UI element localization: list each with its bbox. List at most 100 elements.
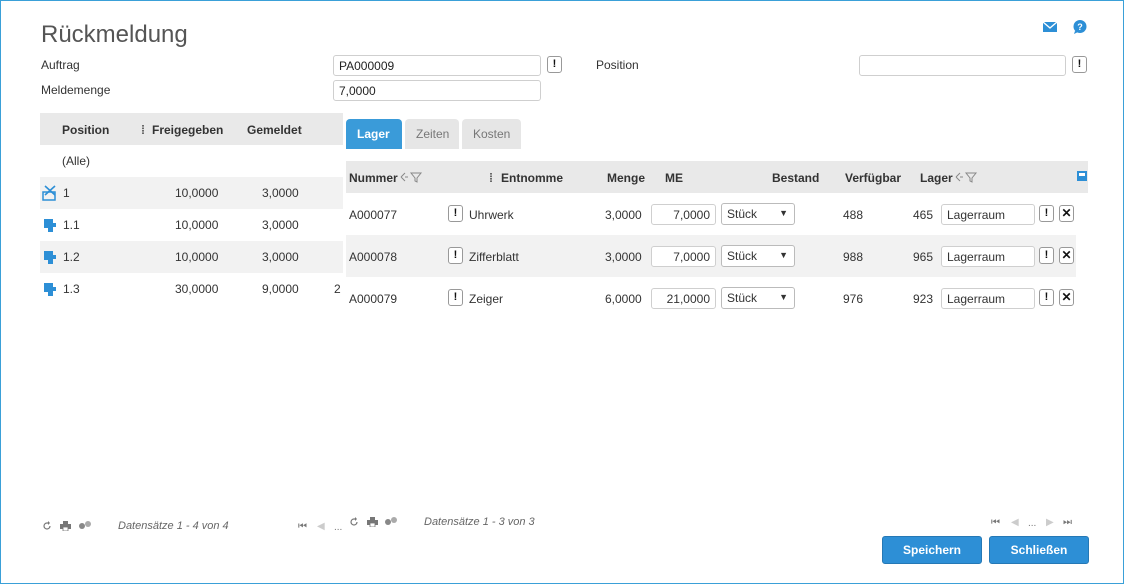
bestand-cell: 976 [843, 292, 864, 306]
freigegeben-cell: 10,0000 [175, 218, 219, 232]
list-item-all[interactable]: (Alle) [40, 145, 343, 177]
auftrag-input[interactable]: PA000009 [333, 55, 541, 76]
column-header-me[interactable]: ME [665, 171, 683, 185]
column-resize-handle[interactable]: ⁞ [141, 123, 145, 137]
table-row[interactable]: A000078 ! Zifferblatt 3,0000 7,0000 Stüc… [346, 235, 1076, 277]
table-row[interactable]: 1.1 10,0000 3,0000 [40, 209, 343, 241]
table-row[interactable]: A000079 ! Zeiger 6,0000 21,0000 Stück ▼ … [346, 277, 1088, 319]
position-cell: 1.3 [63, 282, 80, 296]
column-header-verfuegbar[interactable]: Verfügbar [845, 171, 901, 185]
unit-select[interactable]: Stück ▼ [721, 203, 795, 225]
freigegeben-cell: 10,0000 [175, 186, 219, 200]
clear-button[interactable]: ✕ [1059, 247, 1074, 264]
lager-grid: Nummer ⁞ Entnomme Menge ME Bestand Verfü… [346, 161, 1088, 319]
freigegeben-cell: 30,0000 [175, 282, 219, 296]
lager-input[interactable]: Lagerraum [941, 288, 1035, 309]
table-row[interactable]: 1.3 30,0000 9,0000 2 [40, 273, 343, 305]
column-header-entnomme[interactable]: Entnomme [501, 171, 563, 185]
me-quantity-input[interactable]: 7,0000 [651, 204, 716, 225]
prev-page-icon[interactable]: ◀ [1011, 517, 1019, 528]
settings-icon[interactable] [384, 516, 398, 526]
auftrag-lookup-button[interactable]: ! [547, 56, 562, 73]
column-resize-handle[interactable]: ⁞ [489, 171, 493, 185]
position-cell: 1.2 [63, 250, 80, 264]
menge-cell: 3,0000 [605, 208, 642, 222]
column-header-freigegeben[interactable]: Freigegeben [152, 123, 223, 137]
chevron-down-icon: ▼ [779, 292, 788, 302]
bestand-cell: 988 [843, 250, 864, 264]
lager-lookup-button[interactable]: ! [1039, 205, 1054, 222]
next-page-icon[interactable]: ▶ [1046, 517, 1054, 528]
save-button[interactable]: Speichern [882, 536, 982, 564]
position-label: Position [596, 58, 639, 72]
page-indicator: ... [334, 522, 343, 533]
unit-select[interactable]: Stück ▼ [721, 245, 795, 267]
article-lookup-button[interactable]: ! [448, 205, 463, 222]
position-cell: 1.1 [63, 218, 80, 232]
unit-value: Stück [727, 291, 758, 305]
menge-cell: 6,0000 [605, 292, 642, 306]
prev-page-icon[interactable]: ◀ [317, 521, 325, 532]
refresh-icon[interactable] [349, 517, 359, 527]
column-chooser-icon[interactable] [1076, 170, 1088, 182]
first-page-icon[interactable]: ⏮ [991, 517, 1000, 528]
position-cell: 1 [63, 186, 70, 200]
clear-button[interactable]: ✕ [1059, 289, 1074, 306]
sort-filter-icon[interactable] [399, 171, 423, 183]
print-icon[interactable] [60, 521, 71, 531]
table-row[interactable]: 1.2 10,0000 3,0000 [40, 241, 343, 273]
column-header-lager[interactable]: Lager [920, 171, 953, 185]
page-title: Rückmeldung [41, 21, 188, 48]
nummer-cell: A000077 [349, 208, 398, 222]
settings-icon[interactable] [78, 520, 92, 530]
bestand-cell: 488 [843, 208, 864, 222]
chevron-down-icon: ▼ [779, 250, 788, 260]
clear-button[interactable]: ✕ [1059, 205, 1074, 222]
record-count: Datensätze 1 - 4 von 4 [118, 520, 229, 532]
lager-lookup-button[interactable]: ! [1039, 247, 1054, 264]
article-lookup-button[interactable]: ! [448, 289, 463, 306]
help-icon[interactable]: ? [1072, 19, 1088, 35]
sort-filter-icon[interactable] [954, 171, 978, 183]
position-input[interactable] [859, 55, 1066, 76]
freigegeben-cell: 10,0000 [175, 250, 219, 264]
puzzle-icon [44, 283, 56, 296]
overflow-cell: 2 [334, 282, 341, 296]
column-header-position[interactable]: Position [62, 123, 109, 137]
unit-value: Stück [727, 249, 758, 263]
puzzle-icon [44, 251, 56, 264]
table-row[interactable]: 1 10,0000 3,0000 [40, 177, 343, 209]
lager-lookup-button[interactable]: ! [1039, 289, 1054, 306]
me-quantity-input[interactable]: 21,0000 [651, 288, 716, 309]
chevron-down-icon: ▼ [779, 208, 788, 218]
lager-input[interactable]: Lagerraum [941, 246, 1035, 267]
position-lookup-button[interactable]: ! [1072, 56, 1087, 73]
column-header-menge[interactable]: Menge [607, 171, 645, 185]
tab-zeiten[interactable]: Zeiten [405, 119, 459, 149]
column-header-nummer[interactable]: Nummer [349, 171, 398, 185]
first-page-icon[interactable]: ⏮ [298, 521, 307, 532]
tab-lager[interactable]: Lager [346, 119, 402, 149]
positions-grid-header: Position ⁞ Freigegeben Gemeldet [40, 113, 343, 145]
column-header-bestand[interactable]: Bestand [772, 171, 819, 185]
unit-select[interactable]: Stück ▼ [721, 287, 795, 309]
lager-input[interactable]: Lagerraum [941, 204, 1035, 225]
close-button[interactable]: Schließen [989, 536, 1089, 564]
me-quantity-input[interactable]: 7,0000 [651, 246, 716, 267]
lager-grid-header: Nummer ⁞ Entnomme Menge ME Bestand Verfü… [346, 161, 1088, 193]
entnomme-cell: Zifferblatt [469, 250, 519, 264]
gemeldet-cell: 3,0000 [262, 186, 299, 200]
nummer-cell: A000078 [349, 250, 398, 264]
table-row[interactable]: A000077 ! Uhrwerk 3,0000 7,0000 Stück ▼ … [346, 193, 1088, 235]
refresh-icon[interactable] [42, 521, 52, 531]
meldemenge-input[interactable]: 7,0000 [333, 80, 541, 101]
last-page-icon[interactable]: ⏭ [1063, 517, 1072, 528]
print-icon[interactable] [367, 517, 378, 527]
column-header-gemeldet[interactable]: Gemeldet [247, 123, 302, 137]
article-lookup-button[interactable]: ! [448, 247, 463, 264]
scissors-icon [42, 185, 56, 201]
mail-icon[interactable] [1042, 19, 1058, 35]
menge-cell: 3,0000 [605, 250, 642, 264]
tab-kosten[interactable]: Kosten [462, 119, 521, 149]
verfuegbar-cell: 923 [913, 292, 934, 306]
